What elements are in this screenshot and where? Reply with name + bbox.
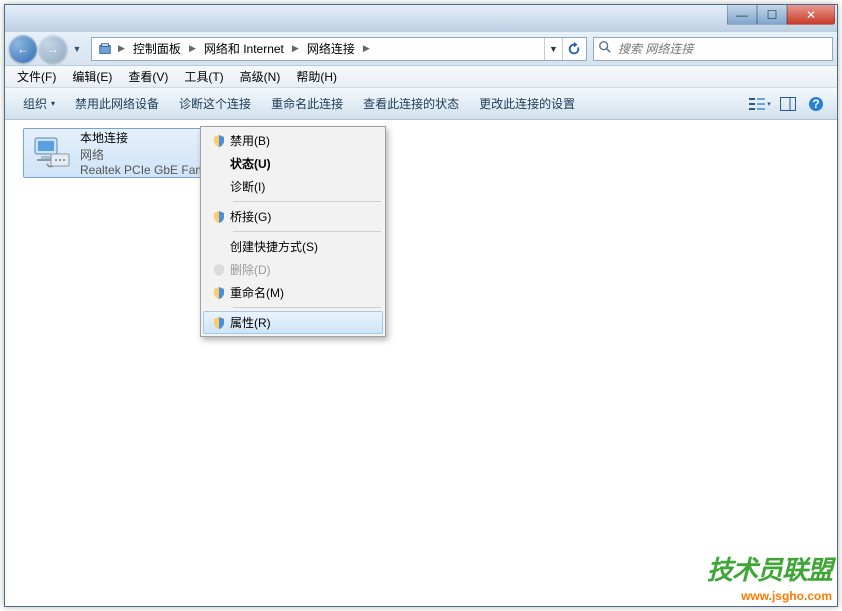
menu-help[interactable]: 帮助(H) (288, 67, 345, 87)
close-icon: ✕ (806, 8, 816, 22)
view-options-button[interactable] (747, 92, 773, 116)
ctx-separator (233, 307, 381, 308)
search-input[interactable] (618, 42, 828, 56)
address-bar[interactable]: ▶ 控制面板 ▶ 网络和 Internet ▶ 网络连接 ▶ ▼ (91, 37, 587, 61)
shield-icon (208, 316, 230, 330)
breadcrumb-part[interactable]: 控制面板 (127, 38, 187, 60)
refresh-button[interactable] (562, 38, 584, 60)
arrow-right-icon: → (47, 42, 59, 56)
content-area[interactable]: 本地连接 网络 Realtek PCIe GbE Family Controll… (5, 120, 837, 606)
minimize-icon: — (736, 8, 748, 22)
shield-icon (208, 134, 230, 148)
shield-icon (208, 286, 230, 300)
navbar: ← → ▼ ▶ 控制面板 ▶ 网络和 Internet ▶ 网络连接 ▶ ▼ (5, 32, 837, 66)
ctx-rename[interactable]: 重命名(M) (203, 281, 383, 304)
help-button[interactable]: ? (803, 92, 829, 116)
location-icon (97, 41, 113, 57)
explorer-window: — ☐ ✕ ← → ▼ ▶ 控制面板 ▶ 网络和 Internet ▶ 网络连接… (4, 4, 838, 607)
watermark-url: www.jsgho.com (707, 587, 832, 605)
shield-icon (208, 210, 230, 224)
organize-button[interactable]: 组织 (13, 90, 65, 118)
ctx-diagnose[interactable]: 诊断(I) (203, 175, 383, 198)
back-button[interactable]: ← (9, 35, 37, 63)
search-icon (598, 40, 614, 57)
titlebar: — ☐ ✕ (5, 5, 837, 32)
breadcrumb-sep-icon: ▶ (116, 43, 127, 54)
context-menu: 禁用(B) 状态(U) 诊断(I) 桥接(G) 创建快捷方式(S) 删除(D) … (200, 126, 386, 337)
diagnose-button[interactable]: 诊断这个连接 (169, 90, 261, 118)
forward-button[interactable]: → (39, 35, 67, 63)
breadcrumb-sep-icon: ▶ (290, 43, 301, 54)
view-status-button[interactable]: 查看此连接的状态 (353, 90, 469, 118)
svg-text:?: ? (812, 97, 819, 111)
ctx-disable[interactable]: 禁用(B) (203, 129, 383, 152)
rename-button[interactable]: 重命名此连接 (261, 90, 353, 118)
menubar: 文件(F) 编辑(E) 查看(V) 工具(T) 高级(N) 帮助(H) (5, 66, 837, 88)
change-settings-button[interactable]: 更改此连接的设置 (469, 90, 585, 118)
minimize-button[interactable]: — (727, 5, 757, 25)
breadcrumb-part[interactable]: 网络和 Internet (198, 38, 290, 60)
disable-device-button[interactable]: 禁用此网络设备 (65, 90, 169, 118)
watermark-title: 技术员联盟 (707, 550, 832, 587)
ctx-delete: 删除(D) (203, 258, 383, 281)
window-buttons: — ☐ ✕ (727, 5, 835, 25)
ctx-separator (233, 231, 381, 232)
menu-view[interactable]: 查看(V) (120, 67, 176, 87)
breadcrumb-part[interactable]: 网络连接 (301, 38, 361, 60)
history-dropdown[interactable]: ▼ (69, 39, 85, 59)
breadcrumb-sep-icon: ▶ (187, 43, 198, 54)
search-box[interactable] (593, 37, 833, 61)
arrow-left-icon: ← (17, 42, 29, 56)
maximize-icon: ☐ (767, 8, 778, 22)
watermark: 技术员联盟 www.jsgho.com (707, 550, 832, 605)
menu-tools[interactable]: 工具(T) (176, 67, 231, 87)
ctx-status[interactable]: 状态(U) (203, 152, 383, 175)
toolbar: 组织 禁用此网络设备 诊断这个连接 重命名此连接 查看此连接的状态 更改此连接的… (5, 88, 837, 120)
ctx-bridge[interactable]: 桥接(G) (203, 205, 383, 228)
breadcrumb-sep-icon: ▶ (361, 43, 372, 54)
menu-advanced[interactable]: 高级(N) (232, 67, 289, 87)
ctx-properties[interactable]: 属性(R) (203, 311, 383, 334)
shield-icon (208, 263, 230, 277)
address-dropdown[interactable]: ▼ (544, 38, 562, 60)
preview-pane-button[interactable] (775, 92, 801, 116)
menu-edit[interactable]: 编辑(E) (64, 67, 120, 87)
maximize-button[interactable]: ☐ (757, 5, 787, 25)
ctx-separator (233, 201, 381, 202)
menu-file[interactable]: 文件(F) (9, 67, 64, 87)
network-adapter-icon (30, 131, 74, 175)
close-button[interactable]: ✕ (787, 5, 835, 25)
ctx-shortcut[interactable]: 创建快捷方式(S) (203, 235, 383, 258)
